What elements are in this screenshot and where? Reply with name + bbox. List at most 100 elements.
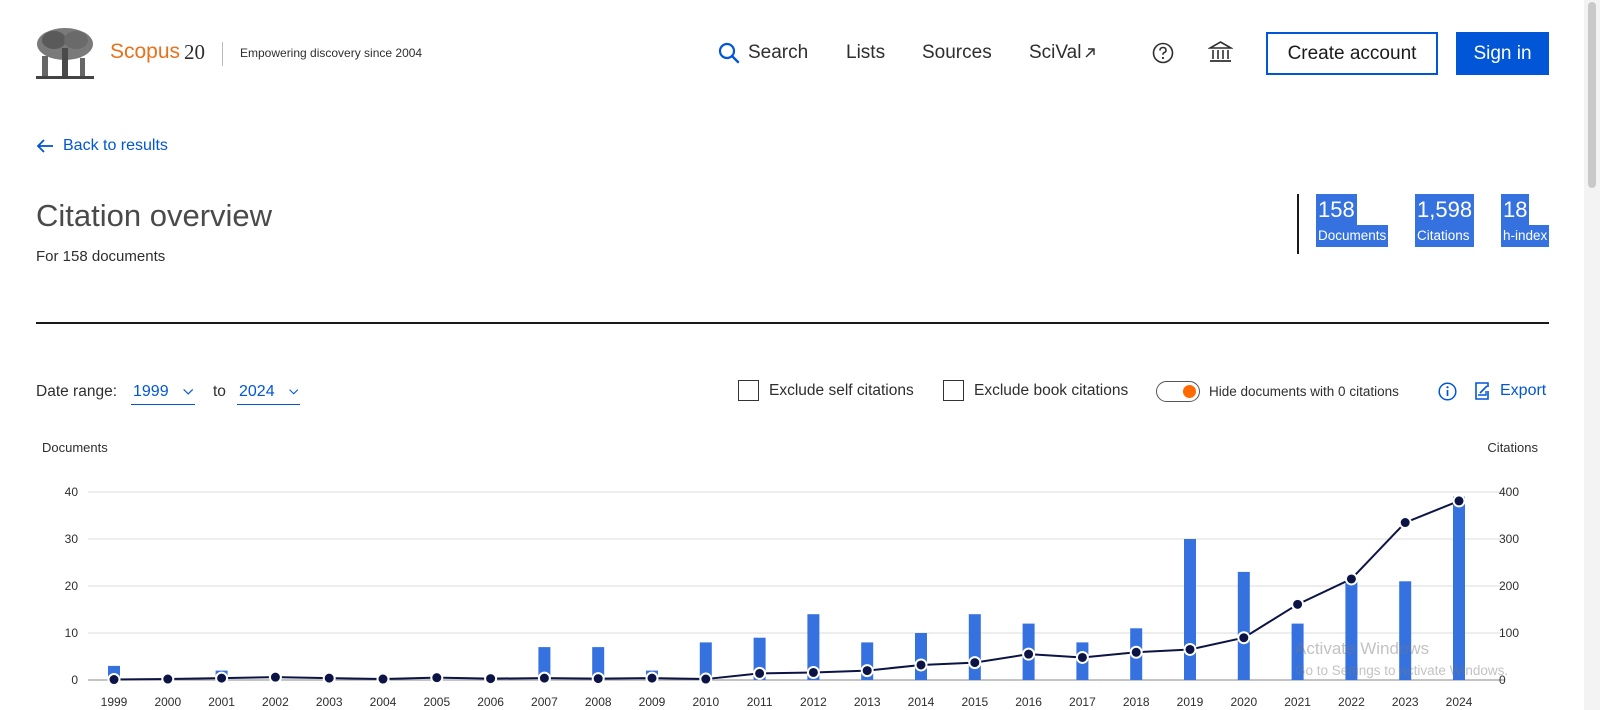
citation-point bbox=[1129, 645, 1143, 659]
chevron-down-icon bbox=[182, 388, 193, 395]
section-divider bbox=[36, 322, 1549, 324]
metric-documents-label: Documents bbox=[1316, 225, 1389, 247]
back-to-results-label: Back to results bbox=[63, 137, 168, 154]
arrow-left-icon bbox=[36, 139, 53, 153]
x-tick-label: 2016 bbox=[1015, 695, 1042, 709]
exclude-self-citations-label: Exclude self citations bbox=[769, 381, 914, 399]
x-tick-label: 2020 bbox=[1230, 695, 1257, 709]
citation-point bbox=[107, 673, 121, 687]
date-to-label: to bbox=[213, 383, 226, 400]
nav-scival-label: SciVal bbox=[1029, 42, 1082, 63]
document-bar bbox=[1184, 539, 1196, 680]
nav-search[interactable]: Search bbox=[718, 42, 808, 64]
scrollbar-thumb[interactable] bbox=[1588, 2, 1596, 188]
metric-h-index: 18 h-index bbox=[1501, 194, 1550, 247]
create-account-button[interactable]: Create account bbox=[1266, 32, 1438, 75]
hide-zero-citations-toggle[interactable] bbox=[1156, 381, 1200, 402]
back-to-results-link[interactable]: Back to results bbox=[36, 137, 168, 155]
citation-point bbox=[645, 671, 659, 685]
citation-point bbox=[161, 672, 175, 686]
x-tick-label: 2021 bbox=[1284, 695, 1311, 709]
citation-point bbox=[968, 656, 982, 670]
checkbox-box[interactable] bbox=[738, 380, 759, 401]
checkbox-box[interactable] bbox=[943, 380, 964, 401]
citation-point bbox=[376, 672, 390, 686]
x-tick-label: 2011 bbox=[747, 695, 773, 709]
help-icon[interactable] bbox=[1152, 42, 1174, 64]
export-label: Export bbox=[1500, 382, 1547, 399]
x-tick-label: 2008 bbox=[585, 695, 612, 709]
x-tick-label: 2017 bbox=[1069, 695, 1096, 709]
x-tick-label: 1999 bbox=[101, 695, 128, 709]
citation-point bbox=[322, 671, 336, 685]
page-subtitle: For 158 documents bbox=[36, 248, 166, 265]
citation-point bbox=[215, 671, 229, 685]
elsevier-tree-logo[interactable] bbox=[34, 26, 96, 82]
tagline: Empowering discovery since 2004 bbox=[240, 46, 423, 60]
citation-point bbox=[430, 671, 444, 685]
x-tick-label: 2006 bbox=[477, 695, 504, 709]
x-tick-label: 2024 bbox=[1446, 695, 1473, 709]
nav-search-label: Search bbox=[748, 42, 809, 63]
chart-controls: Date range: 1999 to 2024 Exclude self ci… bbox=[0, 375, 1600, 405]
left-tick-label: 30 bbox=[65, 532, 79, 546]
page-scrollbar[interactable] bbox=[1584, 0, 1600, 710]
citation-point bbox=[591, 672, 605, 686]
x-tick-label: 2022 bbox=[1338, 695, 1365, 709]
document-bar bbox=[915, 633, 927, 680]
citation-point bbox=[699, 672, 713, 686]
export-button[interactable]: Export bbox=[1472, 381, 1546, 401]
sign-in-button[interactable]: Sign in bbox=[1456, 32, 1549, 75]
brand-separator bbox=[222, 42, 223, 66]
activate-windows-watermark: Activate Windows Go to Settings to activ… bbox=[1295, 638, 1508, 682]
citation-point bbox=[537, 671, 551, 685]
x-tick-label: 2019 bbox=[1177, 695, 1204, 709]
x-tick-label: 2014 bbox=[908, 695, 935, 709]
exclude-self-citations-checkbox[interactable]: Exclude self citations bbox=[738, 380, 914, 401]
nav-lists[interactable]: Lists bbox=[846, 42, 885, 64]
x-tick-label: 2005 bbox=[423, 695, 450, 709]
citation-point bbox=[806, 665, 820, 679]
watermark-title: Activate Windows bbox=[1295, 639, 1430, 658]
x-tick-label: 2001 bbox=[208, 695, 235, 709]
date-from-value: 1999 bbox=[133, 382, 169, 400]
citation-point bbox=[1452, 494, 1466, 508]
left-tick-label: 0 bbox=[71, 673, 78, 687]
citation-point bbox=[753, 666, 767, 680]
metric-citations: 1,598 Citations bbox=[1415, 194, 1475, 247]
top-header: Scopus 20 Empowering discovery since 200… bbox=[0, 0, 1600, 105]
left-tick-label: 10 bbox=[65, 626, 79, 640]
nav-sources[interactable]: Sources bbox=[922, 42, 992, 64]
left-axis-title: Documents bbox=[42, 440, 108, 455]
chevron-down-icon bbox=[288, 388, 298, 395]
x-tick-label: 2012 bbox=[800, 695, 827, 709]
citation-point bbox=[1344, 572, 1358, 586]
x-tick-label: 2003 bbox=[316, 695, 343, 709]
metric-h-index-label: h-index bbox=[1501, 225, 1550, 247]
institution-icon[interactable] bbox=[1208, 40, 1233, 65]
metric-documents-value: 158 bbox=[1316, 194, 1357, 225]
date-from-select[interactable]: 1999 bbox=[131, 379, 195, 405]
scopus-brand[interactable]: Scopus bbox=[110, 40, 180, 64]
nav-scival[interactable]: SciVal bbox=[1029, 42, 1096, 64]
citation-point bbox=[484, 672, 498, 686]
metrics-summary: 158 Documents 1,598 Citations 18 h-index bbox=[1297, 194, 1550, 254]
citation-point bbox=[1075, 650, 1089, 664]
x-tick-label: 2000 bbox=[154, 695, 181, 709]
citations-line bbox=[113, 500, 1460, 681]
page-title: Citation overview bbox=[36, 198, 273, 233]
right-axis-title: Citations bbox=[1487, 440, 1538, 455]
x-tick-label: 2015 bbox=[961, 695, 988, 709]
date-to-select[interactable]: 2024 bbox=[237, 379, 300, 405]
toggle-knob bbox=[1183, 385, 1196, 398]
info-icon[interactable] bbox=[1438, 382, 1457, 401]
x-tick-label: 2002 bbox=[262, 695, 289, 709]
metric-documents: 158 Documents bbox=[1316, 194, 1389, 247]
x-tick-label: 2013 bbox=[854, 695, 881, 709]
search-icon bbox=[718, 42, 740, 64]
exclude-book-citations-checkbox[interactable]: Exclude book citations bbox=[943, 380, 1128, 401]
citation-point bbox=[1237, 631, 1251, 645]
x-tick-label: 2023 bbox=[1392, 695, 1419, 709]
right-tick-label: 200 bbox=[1499, 579, 1519, 593]
hide-zero-citations-label: Hide documents with 0 citations bbox=[1209, 384, 1399, 399]
